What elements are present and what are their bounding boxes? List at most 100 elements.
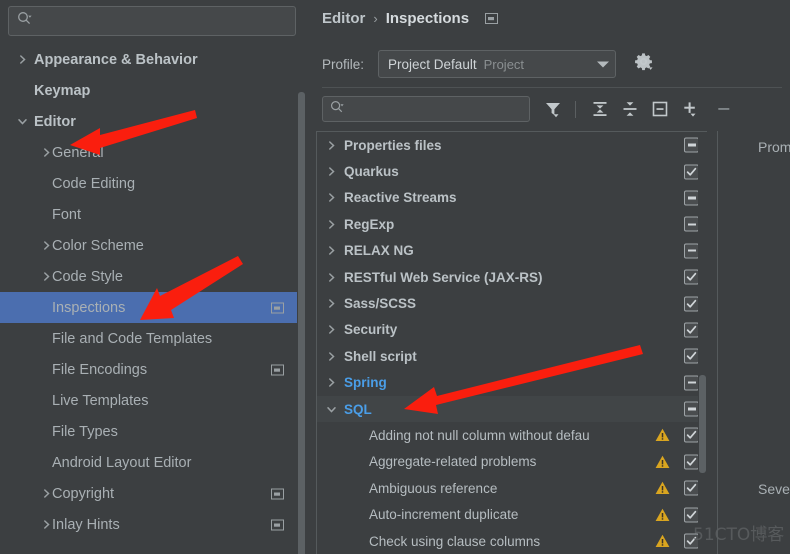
gear-icon[interactable] <box>634 52 653 76</box>
inspection-row[interactable]: Auto-increment duplicate <box>317 501 706 527</box>
checkbox-checked[interactable] <box>684 454 699 470</box>
inspection-checkbox[interactable] <box>684 322 699 338</box>
inspection-row[interactable]: Quarkus <box>317 158 706 184</box>
inspection-search-field[interactable] <box>322 96 530 122</box>
breadcrumb-item-inspections: Inspections <box>385 9 470 27</box>
collapse-all-button[interactable] <box>617 96 643 122</box>
inspection-row[interactable]: Sass/SCSS <box>317 290 706 316</box>
chevron-collapsed-icon[interactable] <box>324 324 338 335</box>
inspection-row[interactable]: Spring <box>317 370 706 396</box>
chevron-expanded-icon[interactable] <box>14 116 30 127</box>
inspection-tree-rows: Properties files Quarkus Reactive Streams R… <box>317 132 707 554</box>
checkbox-checked[interactable] <box>684 269 699 285</box>
sidebar-item-file-types[interactable]: File Types <box>0 416 306 447</box>
warning-icon <box>655 508 670 522</box>
inspection-checkbox[interactable] <box>684 137 699 153</box>
checkbox-partial[interactable] <box>684 216 699 232</box>
filter-button[interactable] <box>540 96 566 122</box>
sidebar-item-file-encodings[interactable]: File Encodings <box>0 354 306 385</box>
sidebar-search-field[interactable] <box>8 6 296 36</box>
sidebar-scrollbar-thumb[interactable] <box>298 92 305 554</box>
inspection-row[interactable]: Reactive Streams <box>317 185 706 211</box>
inspection-checkbox[interactable] <box>684 480 699 496</box>
inspection-checkbox[interactable] <box>684 375 699 391</box>
toolbar-divider <box>575 100 576 118</box>
profile-select[interactable]: Project Default Project <box>378 50 617 78</box>
chevron-down-icon[interactable] <box>597 55 610 73</box>
checkbox-partial[interactable] <box>684 375 699 391</box>
chevron-collapsed-icon[interactable] <box>324 192 338 203</box>
sidebar-item-appearance-behavior[interactable]: Appearance & Behavior <box>0 44 306 75</box>
inspection-row[interactable]: Ambiguous reference <box>317 475 706 501</box>
checkbox-checked[interactable] <box>684 480 699 496</box>
chevron-collapsed-icon[interactable] <box>324 219 338 230</box>
sidebar-item-code-style[interactable]: Code Style <box>0 261 306 292</box>
sidebar-scrollbar[interactable] <box>297 44 306 554</box>
inspection-checkbox[interactable] <box>684 296 699 312</box>
inspection-toolbar <box>322 94 737 124</box>
checkbox-checked[interactable] <box>684 427 699 443</box>
checkbox-checked[interactable] <box>684 348 699 364</box>
chevron-collapsed-icon[interactable] <box>324 351 338 362</box>
collapse-button[interactable] <box>647 96 673 122</box>
inspection-checkbox[interactable] <box>684 454 699 470</box>
checkbox-checked[interactable] <box>684 322 699 338</box>
sidebar-item-code-editing[interactable]: Code Editing <box>0 168 306 199</box>
project-scope-icon <box>271 302 284 313</box>
sidebar-item-copyright[interactable]: Copyright <box>0 478 306 509</box>
chevron-expanded-icon[interactable] <box>324 404 338 415</box>
chevron-collapsed-icon[interactable] <box>324 245 338 256</box>
inspection-tree-scrollbar[interactable] <box>698 132 707 554</box>
inspection-row[interactable]: RELAX NG <box>317 238 706 264</box>
checkbox-checked[interactable] <box>684 164 699 180</box>
inspection-row[interactable]: Shell script <box>317 343 706 369</box>
chevron-collapsed-icon[interactable] <box>14 54 30 65</box>
sidebar-item-editor[interactable]: Editor <box>0 106 306 137</box>
inspection-checkbox[interactable] <box>684 269 699 285</box>
expand-all-button[interactable] <box>587 96 613 122</box>
inspection-row[interactable]: Security <box>317 317 706 343</box>
inspection-row[interactable]: Properties files <box>317 132 706 158</box>
inspection-checkbox[interactable] <box>684 190 699 206</box>
checkbox-checked[interactable] <box>684 296 699 312</box>
sidebar-item-live-templates[interactable]: Live Templates <box>0 385 306 416</box>
project-scope-icon <box>271 488 284 499</box>
sidebar-item-label: Editor <box>34 113 76 130</box>
inspection-row[interactable]: Check using clause columns <box>317 528 706 554</box>
sidebar-item-color-scheme[interactable]: Color Scheme <box>0 230 306 261</box>
remove-button[interactable] <box>711 96 737 122</box>
sidebar-item-inspections[interactable]: Inspections <box>0 292 306 323</box>
breadcrumb-item-editor[interactable]: Editor <box>322 10 365 27</box>
inspection-tree-scrollbar-thumb[interactable] <box>699 375 706 473</box>
checkbox-partial[interactable] <box>684 137 699 153</box>
sidebar-item-label: File Types <box>52 423 118 440</box>
inspection-checkbox[interactable] <box>684 216 699 232</box>
inspection-checkbox[interactable] <box>684 348 699 364</box>
chevron-collapsed-icon[interactable] <box>324 377 338 388</box>
inspection-row[interactable]: SQL <box>317 395 706 423</box>
add-button[interactable] <box>677 96 703 122</box>
chevron-collapsed-icon[interactable] <box>324 140 338 151</box>
inspection-checkbox[interactable] <box>684 401 699 417</box>
sidebar-item-label: General <box>52 144 104 161</box>
sidebar-item-label: Inspections <box>52 299 126 316</box>
sidebar-item-inlay-hints[interactable]: Inlay Hints <box>0 509 306 540</box>
inspection-row[interactable]: RESTful Web Service (JAX-RS) <box>317 264 706 290</box>
inspection-row[interactable]: Aggregate-related problems <box>317 449 706 475</box>
inspection-row[interactable]: RegExp <box>317 211 706 237</box>
sidebar-item-keymap[interactable]: Keymap <box>0 75 306 106</box>
inspection-checkbox[interactable] <box>684 427 699 443</box>
sidebar-item-file-and-code-templates[interactable]: File and Code Templates <box>0 323 306 354</box>
checkbox-partial[interactable] <box>684 190 699 206</box>
chevron-collapsed-icon[interactable] <box>324 166 338 177</box>
sidebar-item-android-layout-editor[interactable]: Android Layout Editor <box>0 447 306 478</box>
chevron-collapsed-icon[interactable] <box>324 298 338 309</box>
chevron-collapsed-icon[interactable] <box>324 272 338 283</box>
checkbox-partial[interactable] <box>684 401 699 417</box>
checkbox-partial[interactable] <box>684 243 699 259</box>
sidebar-item-font[interactable]: Font <box>0 199 306 230</box>
inspection-checkbox[interactable] <box>684 164 699 180</box>
inspection-row[interactable]: Adding not null column without defau <box>317 422 706 448</box>
sidebar-item-general[interactable]: General <box>0 137 306 168</box>
inspection-checkbox[interactable] <box>684 243 699 259</box>
